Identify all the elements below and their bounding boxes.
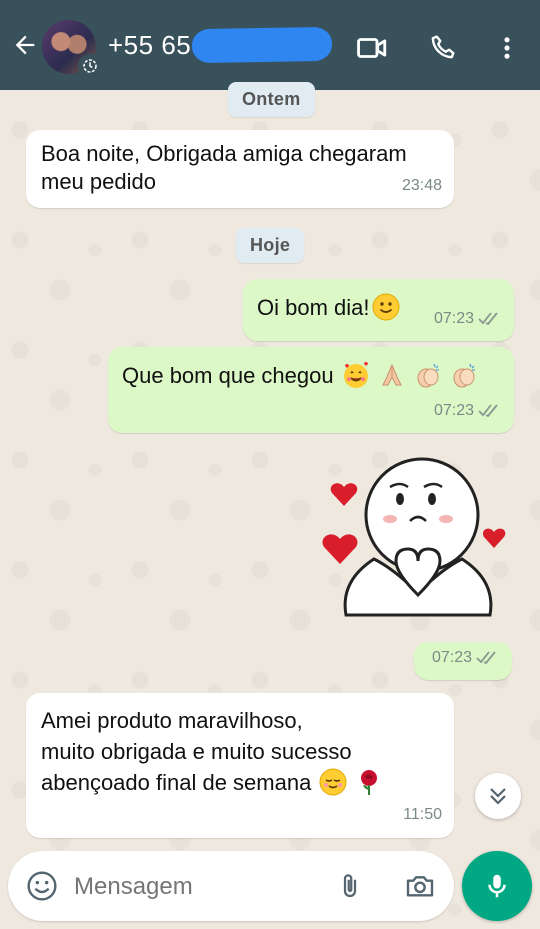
- message-text: Boa noite, Obrigada amiga chegaram meu p…: [41, 141, 407, 194]
- message-text: Oi bom dia!: [257, 295, 370, 320]
- date-divider: Hoje: [236, 228, 305, 263]
- slightly-smiling-face-icon: [372, 293, 399, 321]
- double-check-icon: [476, 651, 496, 665]
- smiling-face-with-hearts-icon: [343, 362, 368, 388]
- date-divider: Ontem: [228, 82, 315, 117]
- clapping-hands-icon: [417, 363, 439, 388]
- message-composer: [8, 851, 454, 921]
- back-button[interactable]: [8, 26, 42, 64]
- message-bubble-outgoing[interactable]: Que bom que chegou 07:23: [108, 347, 514, 433]
- message-bubble-incoming[interactable]: Boa noite, Obrigada amiga chegaram meu p…: [26, 130, 454, 208]
- message-line: muito obrigada e muito sucesso: [41, 739, 352, 764]
- message-text: Que bom que chegou: [122, 363, 334, 388]
- double-check-icon: [478, 404, 498, 418]
- message-bubble-incoming[interactable]: Amei produto maravilhoso, muito obrigada…: [26, 693, 454, 838]
- status-icon: [78, 54, 102, 78]
- heart-icon: [483, 528, 506, 548]
- heart-icon: [330, 483, 358, 506]
- message-time: 07:23: [433, 310, 474, 327]
- message-line: abençoado final de semana: [41, 770, 312, 795]
- emoji-button[interactable]: [24, 868, 60, 904]
- chat-header: +55 65: [0, 0, 540, 90]
- sticker-meta: 07:23: [414, 642, 512, 680]
- message-time: 07:23: [431, 649, 472, 666]
- message-time: 23:48: [401, 177, 442, 194]
- message-meta: 11:50: [403, 799, 442, 830]
- message-line: Amei produto maravilhoso,: [41, 708, 303, 733]
- message-text: Amei produto maravilhoso, muito obrigada…: [41, 705, 439, 798]
- paperclip-icon: [343, 874, 357, 898]
- microphone-icon: [488, 874, 506, 898]
- folded-hands-icon: [382, 363, 402, 386]
- more-options-button[interactable]: [487, 28, 527, 68]
- more-vert-icon: [504, 37, 510, 59]
- clapping-hands-icon: [453, 363, 476, 388]
- relieved-face-icon: [319, 768, 347, 796]
- emoji-icon: [27, 871, 57, 901]
- arrow-left-icon: [15, 35, 35, 55]
- phone-icon: [431, 35, 455, 59]
- message-meta: 23:48: [402, 172, 442, 200]
- heart-icon: [322, 534, 358, 564]
- message-meta: 07:23: [434, 305, 502, 333]
- camera-icon: [406, 876, 434, 897]
- message-time: 07:23: [433, 402, 474, 419]
- redaction-mark: [191, 26, 333, 64]
- contact-name[interactable]: +55 65: [108, 30, 191, 61]
- heart-hands-sticker[interactable]: [320, 455, 515, 630]
- camera-button[interactable]: [402, 868, 438, 904]
- rose-icon: [360, 770, 377, 795]
- scroll-to-bottom-button[interactable]: [475, 773, 521, 819]
- message-bubble-outgoing[interactable]: Oi bom dia! 07:23: [243, 279, 514, 341]
- video-call-icon: [357, 38, 387, 58]
- voice-message-button[interactable]: [462, 851, 532, 921]
- message-input[interactable]: [74, 873, 314, 901]
- message-time: 11:50: [403, 806, 442, 823]
- message-meta: 07:23: [434, 397, 502, 425]
- attach-button[interactable]: [332, 868, 368, 904]
- voice-call-button[interactable]: [424, 28, 464, 68]
- video-call-button[interactable]: [352, 28, 392, 68]
- double-chevron-down-icon: [490, 788, 506, 805]
- double-check-icon: [478, 312, 498, 326]
